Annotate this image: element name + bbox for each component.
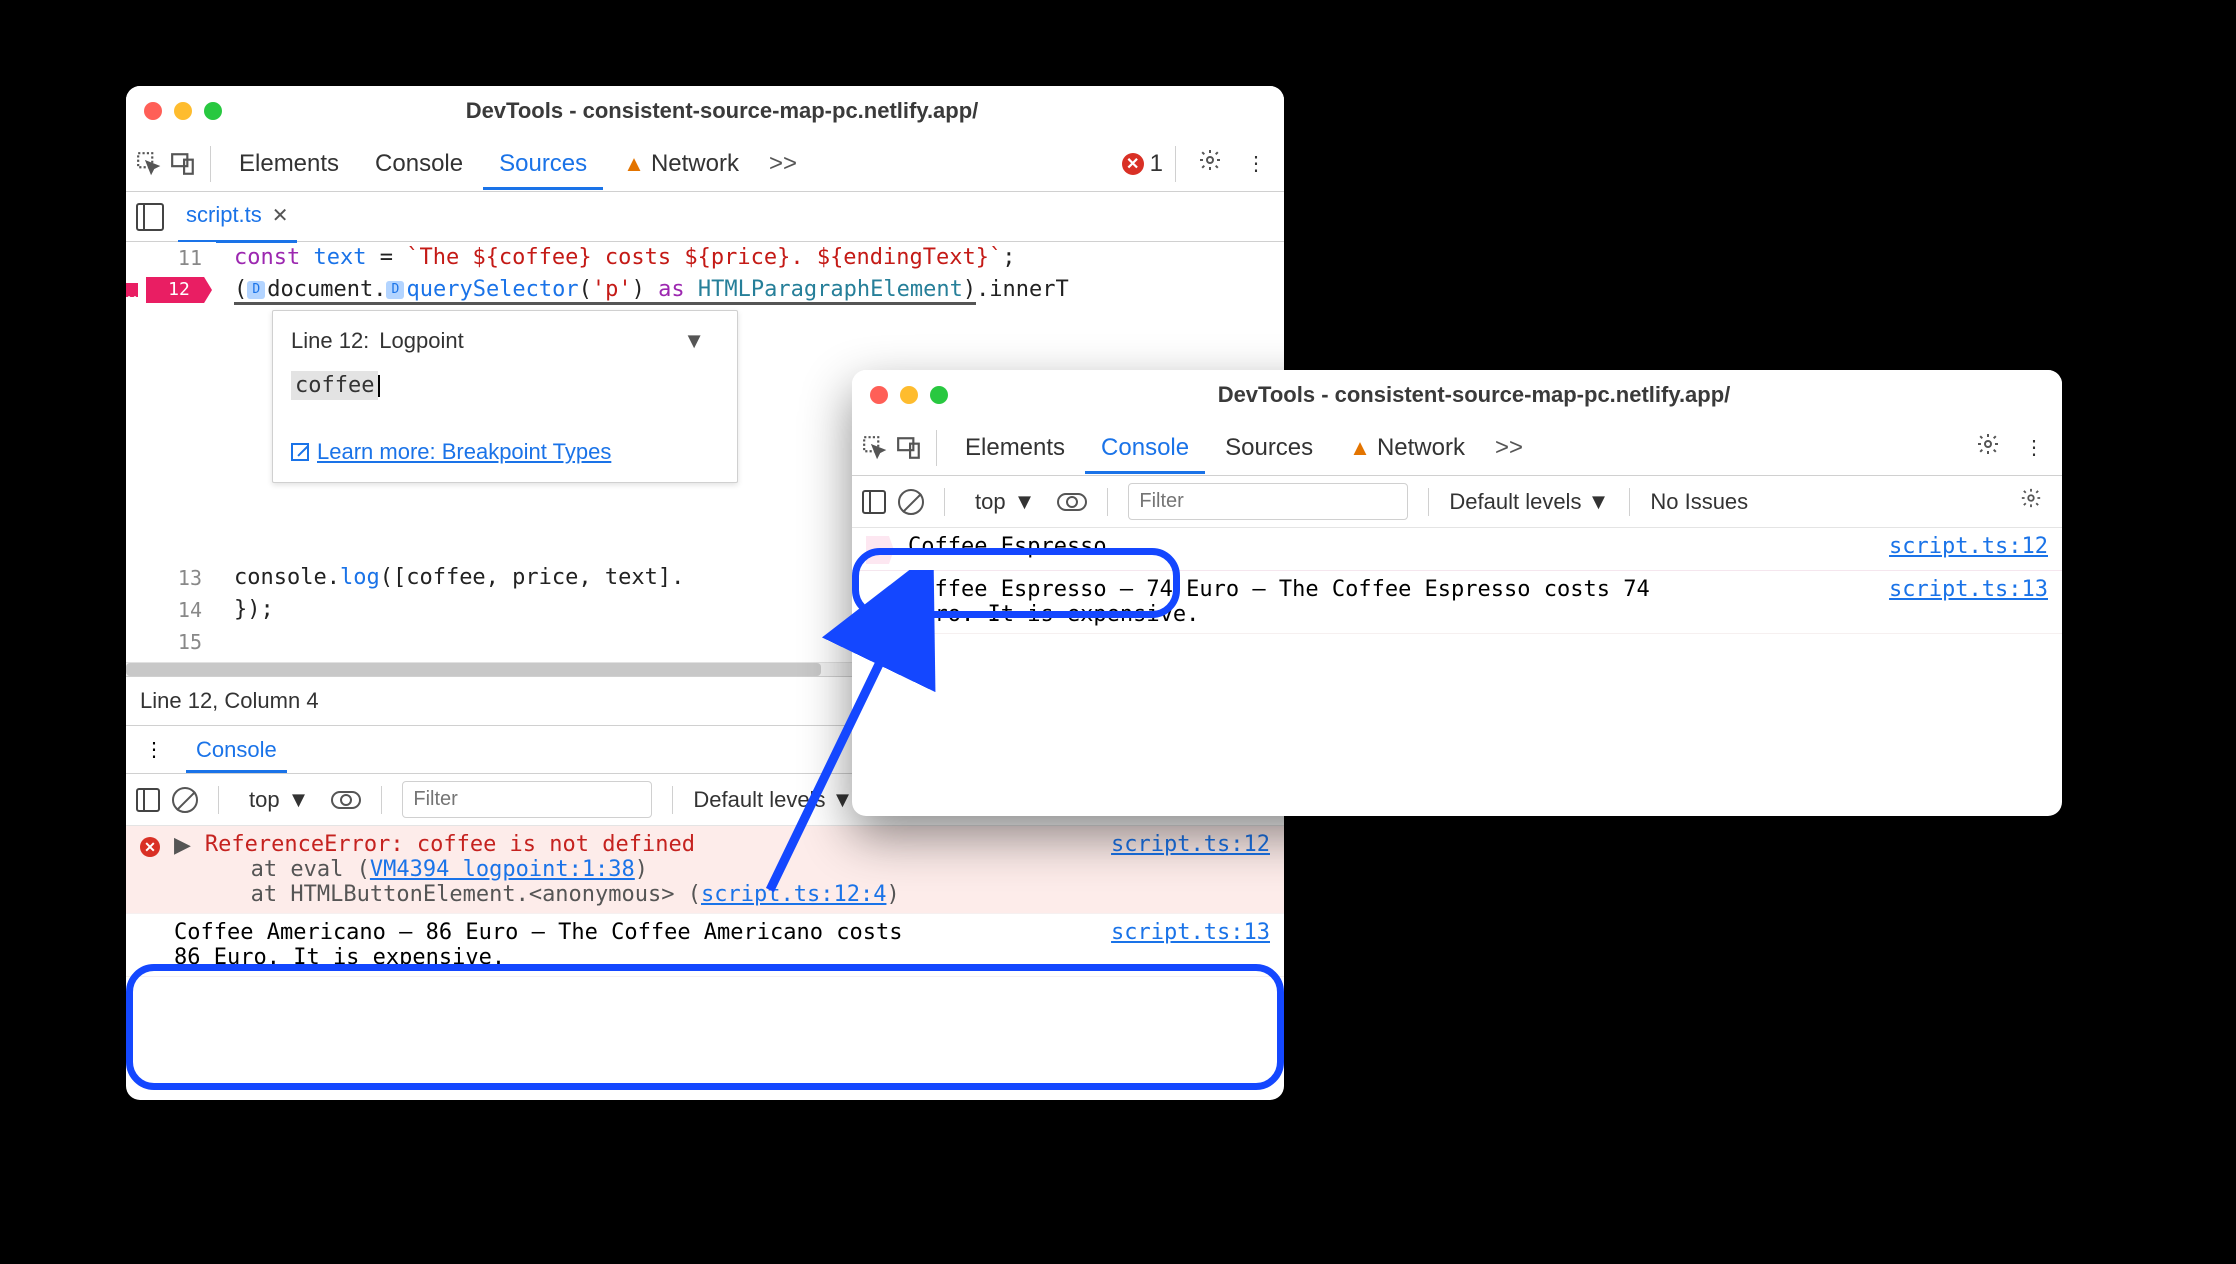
error-count-badge[interactable]: ✕ 1 — [1122, 150, 1163, 178]
console-messages: •• Coffee Espresso script.ts:12 Coffee E… — [852, 528, 2062, 667]
clear-console-icon[interactable] — [898, 489, 924, 515]
close-icon[interactable] — [870, 386, 888, 404]
kebab-menu-button[interactable]: ⋮ — [2014, 435, 2054, 460]
console-sidebar-toggle-icon[interactable] — [862, 490, 886, 514]
log-levels-dropdown[interactable]: Default levels ▼ — [693, 787, 853, 813]
context-selector[interactable]: top ▼ — [239, 783, 319, 817]
popover-type-dropdown[interactable]: Logpoint — [379, 325, 463, 357]
chevron-down-icon[interactable]: ▼ — [683, 325, 705, 357]
console-settings-icon[interactable] — [2010, 487, 2052, 516]
error-message: ReferenceError: coffee is not defined — [205, 832, 1097, 857]
drawer-tab-console[interactable]: Console — [186, 727, 287, 773]
tab-network-label: Network — [651, 150, 739, 177]
source-link[interactable]: script.ts:13 — [1889, 577, 2048, 602]
logpoint-flag-icon: 12 — [146, 277, 212, 303]
close-tab-icon[interactable]: ✕ — [272, 203, 289, 228]
console-error-row[interactable]: ✕ ▶ ReferenceError: coffee is not define… — [126, 826, 1284, 914]
more-tabs-button[interactable]: >> — [1485, 434, 1533, 462]
popover-line-label: Line 12: — [291, 325, 369, 357]
file-tab-script-ts[interactable]: script.ts ✕ — [178, 190, 297, 243]
log-text: Coffee Americano – 86 Euro – The Coffee … — [174, 920, 914, 970]
panel-tabs: Elements Console Sources ▲Network >> ⋮ — [852, 420, 2062, 476]
console-filter-input[interactable] — [402, 781, 652, 818]
console-sidebar-toggle-icon[interactable] — [136, 788, 160, 812]
tab-network[interactable]: ▲Network — [607, 138, 755, 190]
source-link[interactable]: script.ts:13 — [1111, 920, 1270, 945]
logpoint-dots-icon: •• — [126, 283, 138, 297]
tab-network[interactable]: ▲Network — [1333, 422, 1481, 474]
drawer-kebab-button[interactable]: ⋮ — [134, 737, 174, 762]
inspect-icon[interactable] — [134, 149, 164, 179]
learn-more-link[interactable]: Learn more: Breakpoint Types — [291, 436, 719, 468]
tab-elements[interactable]: Elements — [949, 422, 1081, 474]
source-link[interactable]: script.ts:12 — [1889, 534, 2048, 559]
navigator-toggle-icon[interactable] — [136, 203, 164, 231]
console-toolbar: top ▼ Default levels ▼ No Issues — [852, 476, 2062, 528]
logpoint-badge-icon: •• — [866, 536, 894, 564]
gutter-line-15[interactable]: 15 — [126, 626, 216, 658]
stack-link-vm[interactable]: VM4394 logpoint:1:38 — [370, 857, 635, 882]
titlebar: DevTools - consistent-source-map-pc.netl… — [852, 370, 2062, 420]
tab-console[interactable]: Console — [1085, 422, 1205, 474]
panel-tabs: Elements Console Sources ▲Network >> ✕ 1… — [126, 136, 1284, 192]
gutter-line-13[interactable]: 13 — [126, 562, 216, 594]
issues-button[interactable]: No Issues — [1650, 489, 1748, 515]
settings-button[interactable] — [1188, 148, 1232, 179]
kebab-menu-button[interactable]: ⋮ — [1236, 151, 1276, 176]
cursor-position: Line 12, Column 4 — [140, 688, 319, 714]
tab-console[interactable]: Console — [359, 138, 479, 190]
live-expression-icon[interactable] — [331, 791, 361, 809]
devtools-window-console: DevTools - consistent-source-map-pc.netl… — [852, 370, 2062, 816]
inspect-icon[interactable] — [860, 433, 890, 463]
window-title: DevTools - consistent-source-map-pc.netl… — [904, 382, 2044, 408]
console-filter-input[interactable] — [1128, 483, 1408, 520]
context-selector[interactable]: top ▼ — [965, 485, 1045, 519]
external-link-icon — [291, 443, 309, 461]
more-tabs-button[interactable]: >> — [759, 150, 807, 178]
logpoint-popover: Line 12: Logpoint ▼ coffee Learn more: B… — [272, 310, 738, 483]
clear-console-icon[interactable] — [172, 787, 198, 813]
window-title: DevTools - consistent-source-map-pc.netl… — [178, 98, 1266, 124]
tab-sources[interactable]: Sources — [1209, 422, 1329, 474]
warning-icon: ▲ — [1349, 435, 1371, 460]
source-link[interactable]: script.ts:12 — [1111, 832, 1270, 857]
settings-button[interactable] — [1966, 432, 2010, 463]
stack-link-script[interactable]: script.ts:12:4 — [701, 882, 886, 907]
log-text: Coffee Espresso — [908, 534, 1875, 559]
console-logpoint-row[interactable]: •• Coffee Espresso script.ts:12 — [852, 528, 2062, 571]
chevron-down-icon: ▼ — [288, 787, 310, 813]
log-levels-dropdown[interactable]: Default levels ▼ — [1449, 489, 1609, 515]
console-messages: ✕ ▶ ReferenceError: coffee is not define… — [126, 826, 1284, 977]
device-toggle-icon[interactable] — [168, 149, 198, 179]
logpoint-expression-input[interactable]: coffee — [291, 371, 378, 400]
error-icon: ✕ — [1122, 153, 1144, 175]
tab-sources[interactable]: Sources — [483, 138, 603, 190]
chevron-down-icon: ▼ — [1014, 489, 1036, 515]
file-tab-label: script.ts — [186, 202, 262, 228]
gutter-line-12-logpoint[interactable]: •• 12 — [126, 274, 216, 306]
close-icon[interactable] — [144, 102, 162, 120]
expand-icon[interactable]: ▶ — [174, 832, 191, 858]
file-tab-row: script.ts ✕ — [126, 192, 1284, 242]
tab-network-label: Network — [1377, 434, 1465, 461]
device-toggle-icon[interactable] — [894, 433, 924, 463]
titlebar: DevTools - consistent-source-map-pc.netl… — [126, 86, 1284, 136]
gutter-line-14[interactable]: 14 — [126, 594, 216, 626]
log-text: Coffee Espresso – 74 Euro – The Coffee E… — [908, 577, 1718, 627]
gutter-line-11[interactable]: 11 — [126, 242, 216, 274]
live-expression-icon[interactable] — [1057, 493, 1087, 511]
console-log-row[interactable]: Coffee Espresso – 74 Euro – The Coffee E… — [852, 571, 2062, 634]
console-prompt[interactable]: › — [852, 634, 2062, 667]
warning-icon: ▲ — [623, 151, 645, 176]
error-icon: ✕ — [140, 837, 160, 857]
console-log-row[interactable]: Coffee Americano – 86 Euro – The Coffee … — [126, 914, 1284, 977]
tab-elements[interactable]: Elements — [223, 138, 355, 190]
